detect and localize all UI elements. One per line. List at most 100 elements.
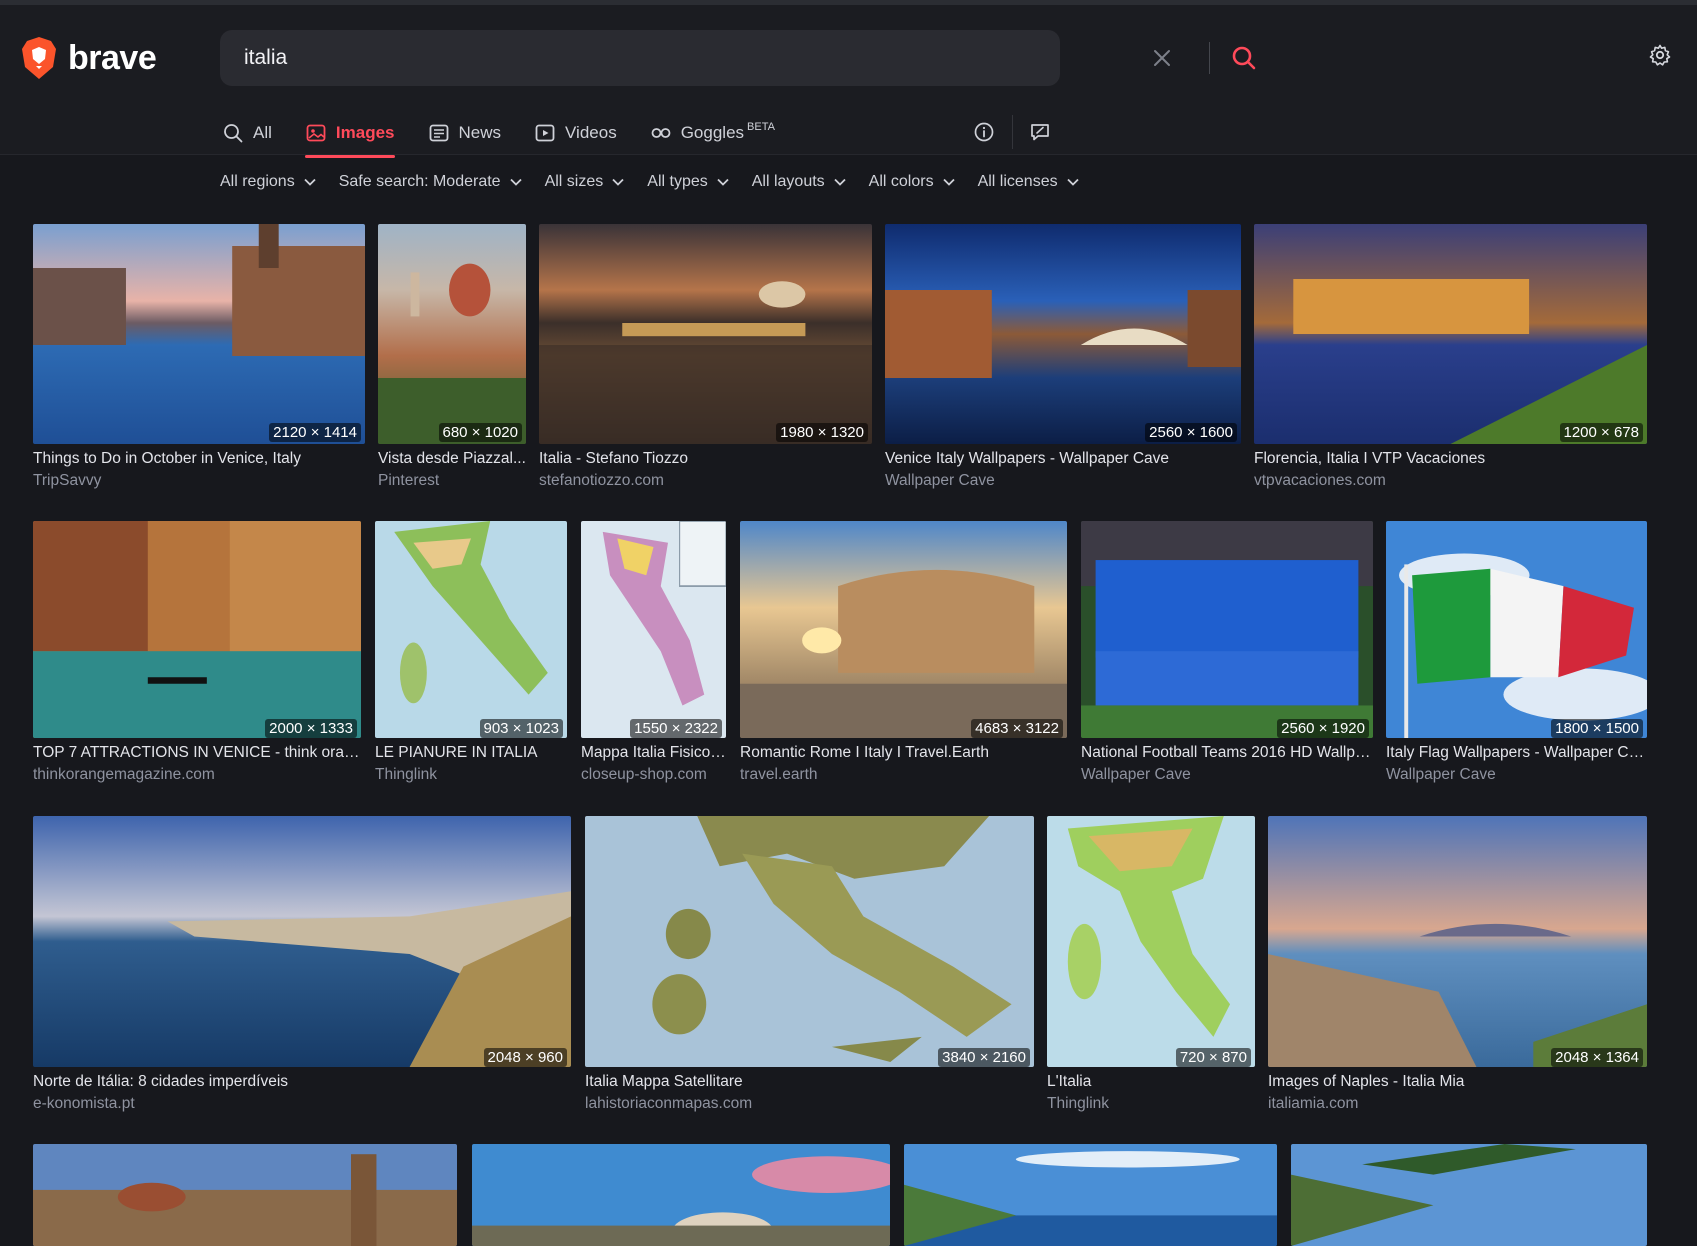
feedback-icon[interactable] xyxy=(1029,121,1051,143)
image-thumbnail[interactable] xyxy=(472,1144,890,1246)
result-title[interactable]: L'Italia xyxy=(1047,1073,1255,1091)
image-result[interactable]: 903 × 1023 LE PIANURE IN ITALIA Thinglin… xyxy=(375,521,567,787)
filter-colors[interactable]: All colors xyxy=(869,173,956,191)
image-result[interactable] xyxy=(904,1144,1277,1246)
info-icon[interactable] xyxy=(973,121,995,143)
image-result[interactable]: 3840 × 2160 Italia Mappa Satellitare lah… xyxy=(585,816,1034,1116)
clear-icon[interactable] xyxy=(1150,46,1174,70)
result-title[interactable]: Italy Flag Wallpapers - Wallpaper Ca... xyxy=(1386,744,1647,762)
italian-coast-thumbnail xyxy=(33,816,571,1067)
image-thumbnail[interactable] xyxy=(1291,1144,1647,1246)
filter-sizes[interactable]: All sizes xyxy=(545,173,626,191)
result-source[interactable]: lahistoriaconmapas.com xyxy=(585,1095,1034,1113)
image-thumbnail[interactable] xyxy=(539,224,872,444)
result-title[interactable]: Norte de Itália: 8 cidades imperdíveis xyxy=(33,1073,571,1091)
result-title[interactable]: Florencia, Italia I VTP Vacaciones xyxy=(1254,450,1647,468)
tab-news[interactable]: News xyxy=(428,115,501,151)
image-result[interactable]: 4683 × 3122 Romantic Rome I Italy I Trav… xyxy=(740,521,1067,787)
vatican-blossom-thumbnail xyxy=(472,1144,890,1246)
image-thumbnail[interactable] xyxy=(904,1144,1277,1246)
tab-all[interactable]: All xyxy=(222,115,272,151)
result-title[interactable]: Romantic Rome I Italy I Travel.Earth xyxy=(740,744,1067,762)
result-source[interactable]: thinkorangemagazine.com xyxy=(33,766,361,784)
image-thumbnail[interactable] xyxy=(1268,816,1647,1067)
filter-layouts[interactable]: All layouts xyxy=(752,173,847,191)
image-thumbnail[interactable] xyxy=(1081,521,1373,738)
image-thumbnail[interactable] xyxy=(1254,224,1647,444)
search-input[interactable] xyxy=(244,30,924,86)
image-result[interactable] xyxy=(1291,1144,1647,1246)
image-result[interactable]: 2560 × 1600 Venice Italy Wallpapers - Wa… xyxy=(885,224,1241,490)
result-title[interactable]: National Football Teams 2016 HD Wallpa..… xyxy=(1081,744,1373,762)
filter-regions[interactable]: All regions xyxy=(220,173,317,191)
result-source[interactable]: e-konomista.pt xyxy=(33,1095,571,1113)
result-source[interactable]: travel.earth xyxy=(740,766,1067,784)
result-title[interactable]: LE PIANURE IN ITALIA xyxy=(375,744,567,762)
chevron-down-icon xyxy=(942,178,955,186)
image-result[interactable]: 1200 × 678 Florencia, Italia I VTP Vacac… xyxy=(1254,224,1647,490)
image-result[interactable]: 1800 × 1500 Italy Flag Wallpapers - Wall… xyxy=(1386,521,1647,787)
brave-logo[interactable]: brave xyxy=(20,35,157,81)
image-thumbnail[interactable] xyxy=(585,816,1034,1067)
italy-flag-thumbnail xyxy=(1386,521,1647,738)
image-result[interactable]: 680 × 1020 Vista desde Piazzal... Pinter… xyxy=(378,224,526,490)
result-title[interactable]: Italia Mappa Satellitare xyxy=(585,1073,1034,1091)
image-result[interactable]: 2048 × 960 Norte de Itália: 8 cidades im… xyxy=(33,816,571,1116)
colosseum-thumbnail xyxy=(740,521,1067,738)
beta-badge: BETA xyxy=(747,121,775,133)
image-result[interactable] xyxy=(33,1144,457,1246)
image-result[interactable]: 2000 × 1333 TOP 7 ATTRACTIONS IN VENICE … xyxy=(33,521,361,787)
image-thumbnail[interactable] xyxy=(33,521,361,738)
image-thumbnail[interactable] xyxy=(885,224,1241,444)
result-title[interactable]: TOP 7 ATTRACTIONS IN VENICE - think oran… xyxy=(33,744,361,762)
image-dimensions: 680 × 1020 xyxy=(438,423,522,442)
filter-licenses[interactable]: All licenses xyxy=(978,173,1080,191)
image-thumbnail[interactable] xyxy=(581,521,726,738)
result-source[interactable]: TripSavvy xyxy=(33,472,365,490)
tab-goggles[interactable]: Goggles BETA xyxy=(650,115,775,151)
image-thumbnail[interactable] xyxy=(740,521,1067,738)
result-source[interactable]: italiamia.com xyxy=(1268,1095,1647,1113)
result-source[interactable]: stefanotiozzo.com xyxy=(539,472,872,490)
result-source[interactable]: vtpvacaciones.com xyxy=(1254,472,1647,490)
image-thumbnail[interactable] xyxy=(378,224,526,444)
image-result[interactable]: 1980 × 1320 Italia - Stefano Tiozzo stef… xyxy=(539,224,872,490)
result-source[interactable]: Wallpaper Cave xyxy=(1081,766,1373,784)
result-title[interactable]: Things to Do in October in Venice, Italy xyxy=(33,450,365,468)
image-dimensions: 903 × 1023 xyxy=(479,719,563,738)
image-result[interactable] xyxy=(472,1144,890,1246)
image-result[interactable]: 1550 × 2322 Mappa Italia Fisico ... clos… xyxy=(581,521,726,787)
tab-images[interactable]: Images xyxy=(304,115,395,158)
search-icon[interactable] xyxy=(1230,44,1258,72)
image-dimensions: 1800 × 1500 xyxy=(1551,719,1643,738)
florence-skyline-thumbnail xyxy=(33,1144,457,1246)
filter-safe-search[interactable]: Safe search: Moderate xyxy=(339,173,523,191)
image-icon xyxy=(306,124,326,142)
image-thumbnail[interactable] xyxy=(33,1144,457,1246)
image-thumbnail[interactable] xyxy=(1047,816,1255,1067)
tab-videos[interactable]: Videos xyxy=(534,115,617,151)
result-source[interactable]: closeup-shop.com xyxy=(581,766,726,784)
result-title[interactable]: Venice Italy Wallpapers - Wallpaper Cave xyxy=(885,450,1241,468)
image-result[interactable]: 720 × 870 L'Italia Thinglink xyxy=(1047,816,1255,1116)
result-title[interactable]: Italia - Stefano Tiozzo xyxy=(539,450,872,468)
result-title[interactable]: Images of Naples - Italia Mia xyxy=(1268,1073,1647,1091)
filter-types[interactable]: All types xyxy=(647,173,729,191)
image-thumbnail[interactable] xyxy=(1386,521,1647,738)
image-result[interactable]: 2048 × 1364 Images of Naples - Italia Mi… xyxy=(1268,816,1647,1116)
result-source[interactable]: Wallpaper Cave xyxy=(1386,766,1647,784)
image-thumbnail[interactable] xyxy=(33,224,365,444)
result-source[interactable]: Thinglink xyxy=(1047,1095,1255,1113)
gear-icon[interactable] xyxy=(1648,43,1672,67)
rome-tiber-thumbnail xyxy=(539,224,872,444)
image-result[interactable]: 2120 × 1414 Things to Do in October in V… xyxy=(33,224,365,490)
result-source[interactable]: Wallpaper Cave xyxy=(885,472,1241,490)
image-thumbnail[interactable] xyxy=(375,521,567,738)
result-title[interactable]: Vista desde Piazzal... xyxy=(378,450,526,468)
result-source[interactable]: Thinglink xyxy=(375,766,567,784)
result-title[interactable]: Mappa Italia Fisico ... xyxy=(581,744,726,762)
result-source[interactable]: Pinterest xyxy=(378,472,526,490)
brave-lion-icon xyxy=(22,37,56,79)
image-thumbnail[interactable] xyxy=(33,816,571,1067)
image-result[interactable]: 2560 × 1920 National Football Teams 2016… xyxy=(1081,521,1373,787)
